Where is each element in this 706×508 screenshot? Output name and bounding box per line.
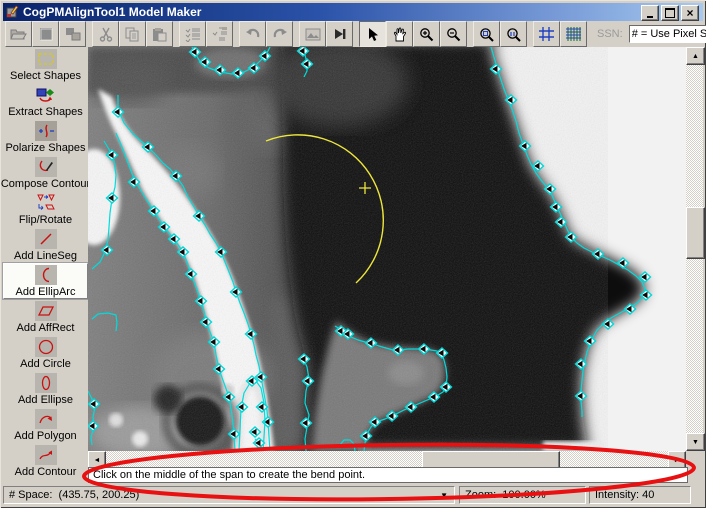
image-icon: [305, 28, 321, 41]
vertical-scrollbar[interactable]: ▲ ▼: [686, 47, 703, 451]
zoom-actual-icon: [506, 27, 521, 42]
sidebar-item-select-shapes[interactable]: Select Shapes: [3, 47, 88, 83]
add-affrect-icon: [35, 301, 57, 321]
zoom-in-button[interactable]: [413, 21, 440, 47]
pointer-tool-button[interactable]: [359, 21, 386, 47]
sidebar-item-add-polygon[interactable]: Add Polygon: [3, 407, 88, 443]
horizontal-scrollbar[interactable]: ◄ ►: [88, 451, 686, 467]
checklist-small-icon: [212, 27, 228, 42]
close-icon: ×: [686, 8, 693, 18]
undo-icon: [245, 28, 261, 41]
scroll-right-icon: ►: [674, 457, 681, 464]
compose-contour-icon: [35, 157, 57, 177]
polarize-shapes-icon: [35, 121, 57, 141]
scroll-left-icon: ◄: [94, 457, 101, 464]
zoom-window-button[interactable]: [473, 21, 500, 47]
add-polygon-icon: [35, 409, 57, 429]
stop-button[interactable]: [32, 21, 59, 47]
intensity-readout: Intensity: 40: [595, 489, 654, 501]
add-elliparc-icon: [35, 265, 57, 285]
stop-icon: [39, 27, 53, 41]
tool-sidebar: Select Shapes Extract Shapes Polarize Sh…: [3, 47, 88, 484]
add-lineseg-icon: [35, 229, 57, 249]
sidebar-item-polarize-shapes[interactable]: Polarize Shapes: [3, 119, 88, 155]
cut-icon: [99, 27, 113, 42]
sidebar-item-add-lineseg[interactable]: Add LineSeg: [3, 227, 88, 263]
grid-icon: [538, 26, 555, 42]
scroll-up-icon: ▲: [692, 53, 699, 60]
paste-button[interactable]: [146, 21, 173, 47]
zoom-actual-button[interactable]: [500, 21, 527, 47]
duplicate-button[interactable]: [59, 21, 86, 47]
redo-button[interactable]: [266, 21, 293, 47]
toolbar: SSN:: [3, 21, 703, 47]
pan-hand-icon: [393, 27, 407, 42]
minimize-button[interactable]: [641, 5, 659, 21]
status-bar: # Space: (435.75, 200.25) ▼ Zoom: 100.00…: [3, 485, 703, 505]
add-ellipse-icon: [35, 373, 57, 393]
scroll-up-button[interactable]: ▲: [686, 47, 705, 65]
add-circle-icon: [35, 337, 57, 357]
grid-dense-button[interactable]: [560, 21, 587, 47]
scroll-down-button[interactable]: ▼: [686, 433, 705, 451]
open-icon: [10, 27, 27, 41]
app-icon: [6, 5, 20, 19]
space-readout: # Space: (435.75, 200.25): [9, 489, 139, 501]
sidebar-item-add-elliparc[interactable]: Add EllipArc: [3, 263, 88, 299]
hint-bar: Click on the middle of the span to creat…: [88, 467, 688, 483]
ssn-label: SSN:: [597, 28, 623, 40]
sidebar-item-add-ellipse[interactable]: Add Ellipse: [3, 371, 88, 407]
intensity-readout-panel: Intensity: 40: [589, 486, 691, 504]
close-button[interactable]: ×: [681, 5, 699, 21]
paste-icon: [152, 27, 167, 42]
duplicate-icon: [65, 27, 81, 41]
sidebar-item-add-circle[interactable]: Add Circle: [3, 335, 88, 371]
checklist-icon: [185, 27, 201, 42]
run-to-end-button[interactable]: [326, 21, 353, 47]
maximize-icon: [665, 8, 675, 18]
add-contour-icon: [35, 445, 57, 465]
app-window: { "window": {"title": "CogPMAlignTool1 M…: [0, 0, 706, 508]
extract-shapes-icon: [35, 85, 57, 105]
grid-dense-icon: [565, 26, 582, 42]
run-to-end-icon: [333, 28, 347, 40]
pointer-icon: [366, 27, 379, 42]
checklist-small-button[interactable]: [206, 21, 233, 47]
copy-button[interactable]: [119, 21, 146, 47]
hscroll-track[interactable]: [88, 451, 686, 467]
sidebar-item-extract-shapes[interactable]: Extract Shapes: [3, 83, 88, 119]
zoom-out-icon: [446, 27, 461, 42]
sidebar-item-flip-rotate[interactable]: Flip/Rotate: [3, 191, 88, 227]
zoom-window-icon: [479, 27, 494, 42]
open-button[interactable]: [5, 21, 32, 47]
checklist-button[interactable]: [179, 21, 206, 47]
zoom-in-icon: [419, 27, 434, 42]
copy-icon: [125, 27, 140, 42]
pan-tool-button[interactable]: [386, 21, 413, 47]
grid-button[interactable]: [533, 21, 560, 47]
sidebar-item-compose-contour[interactable]: Compose Contour: [3, 155, 88, 191]
window-title: CogPMAlignTool1 Model Maker: [23, 5, 201, 19]
space-readout-panel[interactable]: # Space: (435.75, 200.25) ▼: [3, 486, 455, 504]
hint-text: Click on the middle of the span to creat…: [93, 469, 365, 481]
image-button[interactable]: [299, 21, 326, 47]
cut-button[interactable]: [92, 21, 119, 47]
zoom-readout: Zoom: 100.00%: [465, 489, 546, 501]
title-bar[interactable]: CogPMAlignTool1 Model Maker ×: [3, 3, 703, 21]
redo-icon: [272, 28, 288, 41]
image-canvas[interactable]: [88, 47, 686, 451]
zoom-out-button[interactable]: [440, 21, 467, 47]
space-dropdown-icon[interactable]: ▼: [440, 491, 448, 500]
flip-rotate-icon: [35, 193, 57, 213]
vscroll-thumb[interactable]: [686, 207, 705, 259]
zoom-readout-panel: Zoom: 100.00%: [459, 486, 586, 504]
undo-button[interactable]: [239, 21, 266, 47]
select-shapes-icon: [35, 49, 57, 69]
maximize-button[interactable]: [661, 5, 679, 21]
sidebar-item-add-affrect[interactable]: Add AffRect: [3, 299, 88, 335]
ssn-input[interactable]: [629, 25, 706, 43]
minimize-icon: [647, 16, 653, 18]
sidebar-item-add-contour[interactable]: Add Contour: [3, 443, 88, 479]
scroll-down-icon: ▼: [692, 439, 699, 446]
